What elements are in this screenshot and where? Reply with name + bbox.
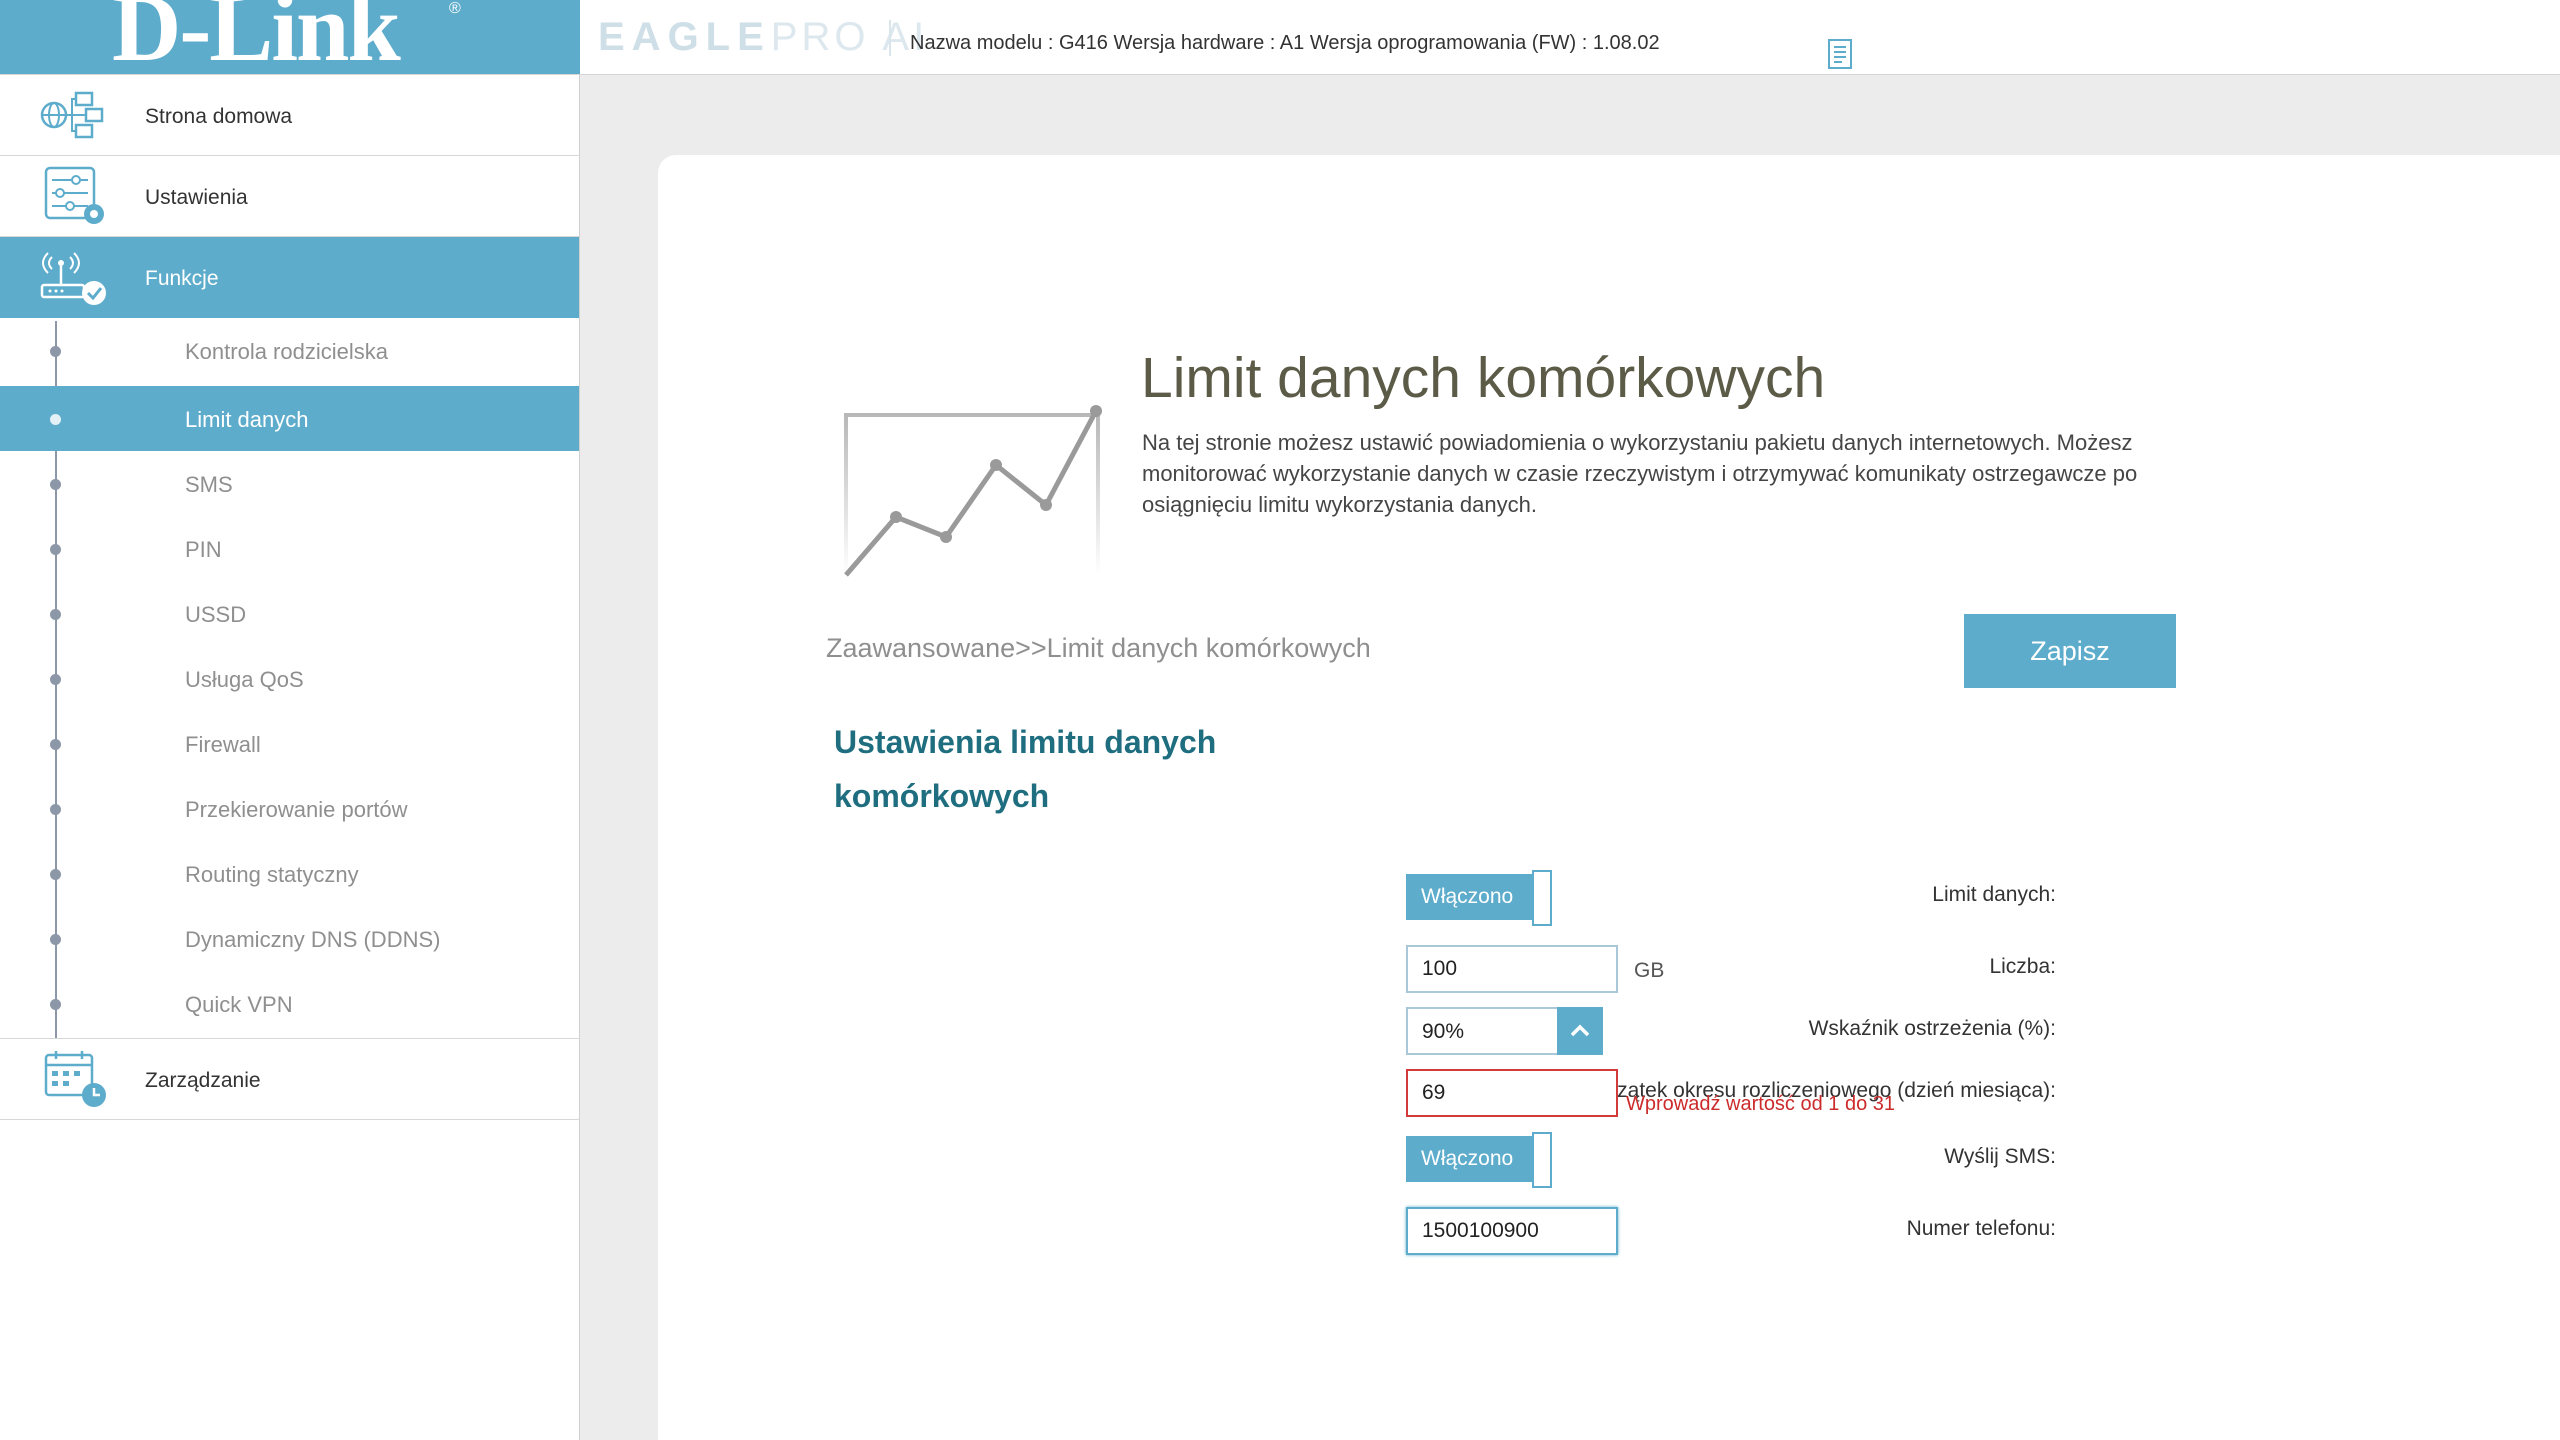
- limit-label: Limit danych:: [1932, 883, 2056, 906]
- warning-select-value: 90%: [1422, 1020, 1465, 1043]
- submenu-dot: [50, 934, 61, 945]
- sidebar-subitem-quick-vpn[interactable]: Quick VPN: [0, 971, 579, 1036]
- section-title: Ustawienia limitu danych komórkowych: [834, 724, 1217, 814]
- form-row-billing: Początek okresu rozliczeniowego (dzień m…: [658, 1065, 2560, 1117]
- submenu-dot: [50, 999, 61, 1010]
- logo-text: D-Link: [112, 0, 401, 74]
- sidebar-subitem-label: Limit danych: [185, 407, 309, 432]
- top-header: D-Link ® EAGLEPRO AI Nazwa modelu : G416…: [0, 0, 2560, 75]
- sidebar-subitem-firewall[interactable]: Firewall: [0, 711, 579, 776]
- toggle-knob: [1532, 1132, 1552, 1188]
- sidebar-item-label: Strona domowa: [145, 105, 293, 128]
- submenu-dot: [50, 479, 61, 490]
- submenu-dot: [50, 804, 61, 815]
- sidebar-subitem-usluga-qos[interactable]: Usługa QoS: [0, 646, 579, 711]
- submenu-dot: [50, 609, 61, 620]
- sidebar-item-label: Funkcje: [145, 267, 219, 290]
- page-title: Limit danych komórkowych: [1141, 346, 1826, 410]
- logo-registered-mark: ®: [449, 0, 461, 17]
- sidebar-subitem-label: Usługa QoS: [185, 667, 304, 692]
- sidebar-subitem-przekierowanie-portow[interactable]: Przekierowanie portów: [0, 776, 579, 841]
- calendar-clock-icon: [44, 1051, 106, 1107]
- billing-error-message: Wprowadź wartość od 1 do 31: [1626, 1093, 1896, 1115]
- sidebar-subitem-sms[interactable]: SMS: [0, 451, 579, 516]
- sidebar-subitem-label: PIN: [185, 537, 222, 562]
- billing-day-input[interactable]: [1406, 1069, 1618, 1117]
- header-divider: [889, 20, 891, 56]
- sidebar-item-zarzadzanie[interactable]: Zarządzanie: [0, 1038, 579, 1120]
- page-description: Na tej stronie możesz ustawić powiadomie…: [1142, 430, 2138, 517]
- sidebar-subitem-ussd[interactable]: USSD: [0, 581, 579, 646]
- form-row-limit: Limit danych: Włączono: [658, 869, 2560, 926]
- sidebar-subitem-label: USSD: [185, 602, 247, 627]
- limit-toggle[interactable]: Włączono: [1406, 870, 1556, 926]
- toggle-knob: [1532, 870, 1552, 926]
- warning-select[interactable]: 90%: [1406, 1007, 1603, 1055]
- chart-illustration-icon: [844, 405, 1102, 577]
- sidebar-item-ustawienia[interactable]: Ustawienia: [0, 156, 579, 237]
- form-row-phone: Numer telefonu:: [658, 1203, 2560, 1255]
- submenu-dot: [50, 346, 61, 357]
- phone-label: Numer telefonu:: [1906, 1217, 2056, 1240]
- sidebar-subitem-label: Przekierowanie portów: [185, 797, 408, 822]
- sms-toggle[interactable]: Włączono: [1406, 1132, 1556, 1188]
- sidebar-item-strona-domowa[interactable]: Strona domowa: [0, 75, 579, 156]
- breadcrumb: Zaawansowane>>Limit danych komórkowych: [826, 633, 1371, 663]
- document-icon[interactable]: [1826, 38, 1854, 70]
- sms-label: Wyślij SMS:: [1944, 1145, 2056, 1168]
- sidebar: Strona domowa Ustawienia Funkcje Kontrol…: [0, 75, 580, 1440]
- dlink-logo[interactable]: D-Link ®: [0, 0, 580, 74]
- submenu-dot: [50, 869, 61, 880]
- sidebar-subitem-label: Routing statyczny: [185, 862, 359, 887]
- form-row-warning: Wskaźnik ostrzeżenia (%): 90%: [658, 1003, 2560, 1055]
- amount-unit: GB: [1634, 959, 1665, 982]
- chevron-up-icon[interactable]: [1557, 1007, 1603, 1055]
- toggle-state-label: Włączono: [1406, 874, 1532, 920]
- form-row-sms: Wyślij SMS: Włączono: [658, 1131, 2560, 1188]
- sidebar-item-funkcje[interactable]: Funkcje: [0, 237, 579, 318]
- submenu-dot: [50, 414, 61, 425]
- sidebar-subitem-kontrola-rodzicielska[interactable]: Kontrola rodzicielska: [0, 318, 579, 383]
- submenu-dot: [50, 544, 61, 555]
- home-network-icon: [40, 91, 104, 139]
- router-features-icon: [40, 252, 106, 305]
- sidebar-subitem-limit-danych[interactable]: Limit danych: [0, 386, 579, 451]
- amount-label: Liczba:: [1989, 955, 2056, 978]
- submenu-dot: [50, 739, 61, 750]
- sidebar-subitem-label: Kontrola rodzicielska: [185, 339, 388, 364]
- sidebar-subitem-label: SMS: [185, 472, 233, 497]
- toggle-state-label: Włączono: [1406, 1136, 1532, 1182]
- sidebar-subitem-ddns[interactable]: Dynamiczny DNS (DDNS): [0, 906, 579, 971]
- amount-input[interactable]: [1406, 945, 1618, 993]
- sidebar-item-label: Ustawienia: [145, 186, 248, 209]
- sidebar-subitem-pin[interactable]: PIN: [0, 516, 579, 581]
- sidebar-subitem-label: Quick VPN: [185, 992, 293, 1017]
- sidebar-subitem-routing-statyczny[interactable]: Routing statyczny: [0, 841, 579, 906]
- content-panel: Limit danych komórkowych Na tej stronie …: [658, 155, 2560, 1440]
- eaglepro-logo: EAGLEPRO AI: [598, 15, 929, 59]
- phone-input[interactable]: [1406, 1207, 1618, 1255]
- sidebar-subitem-label: Dynamiczny DNS (DDNS): [185, 927, 441, 952]
- sidebar-item-label: Zarządzanie: [145, 1069, 261, 1092]
- sidebar-subitem-label: Firewall: [185, 732, 261, 757]
- form-row-amount: Liczba: GB: [658, 941, 2560, 993]
- save-button[interactable]: Zapisz: [1964, 614, 2176, 688]
- settings-sliders-icon: [44, 166, 104, 224]
- warning-label: Wskaźnik ostrzeżenia (%):: [1808, 1017, 2056, 1040]
- submenu-dot: [50, 674, 61, 685]
- device-info: Nazwa modelu : G416 Wersja hardware : A1…: [910, 32, 1660, 54]
